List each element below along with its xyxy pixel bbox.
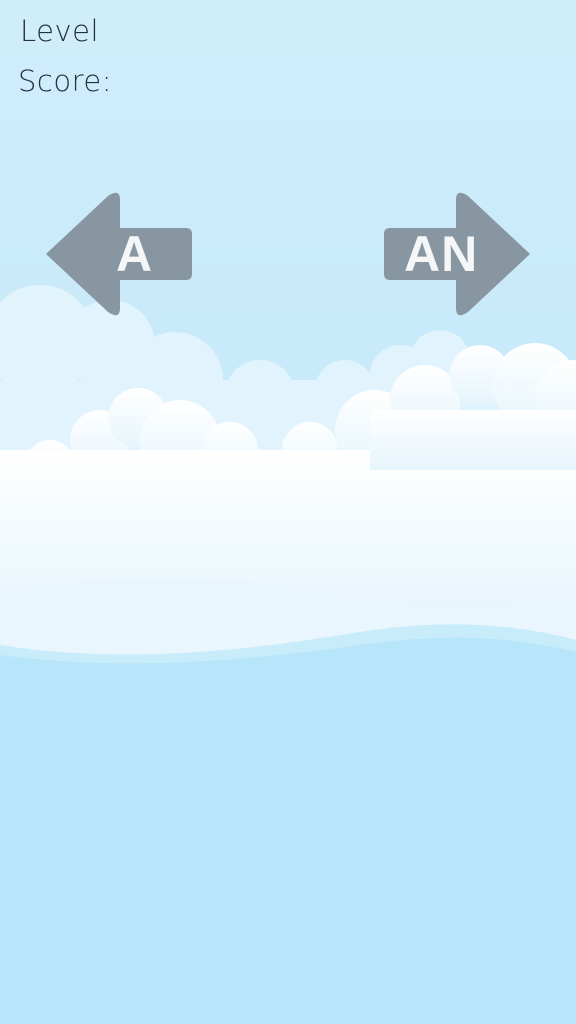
left-answer-label: A (116, 226, 154, 282)
right-answer-arrow-button[interactable]: AN (380, 188, 536, 320)
left-answer-arrow-button[interactable]: A (40, 188, 196, 320)
score-label: Score: (18, 64, 112, 98)
wave-band-lower (0, 637, 576, 1024)
level-label: Level (20, 14, 100, 48)
right-answer-label: AN (404, 226, 479, 282)
background-scene (0, 0, 576, 1024)
